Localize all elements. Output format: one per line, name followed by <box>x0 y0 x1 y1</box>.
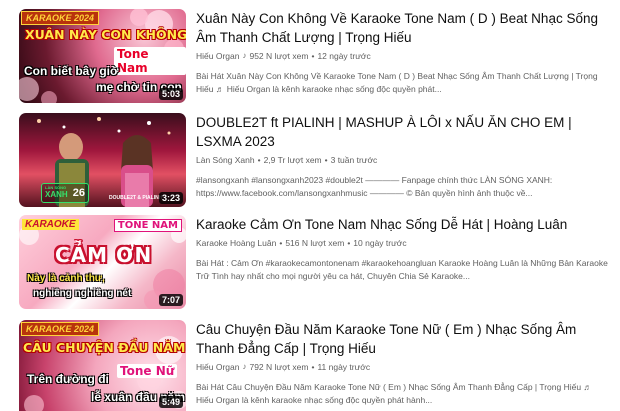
thumbnail-caption: DOUBLE2T & PIALINH <box>109 195 163 201</box>
meta-separator: • <box>311 51 315 61</box>
badge-main: XANH <box>45 190 68 199</box>
channel-name[interactable]: Karaoke Hoàng Luân <box>196 237 276 249</box>
video-thumbnail[interactable]: KARAOKE 2024 XUÂN NÀY CON KHÔNG VỀ Tone … <box>19 9 186 103</box>
karaoke-tag: KARAOKE <box>22 219 79 230</box>
thumbnail-headline: CÂU CHUYỆN ĐẦU NĂM <box>23 340 186 355</box>
view-count: 792 N lượt xem <box>249 362 309 372</box>
video-result[interactable]: KARAOKE TONE NAM CẢM ƠN Này là cảnh thư,… <box>0 215 620 315</box>
meta-separator: • <box>324 155 328 165</box>
meta-separator: • <box>311 362 315 372</box>
channel-name[interactable]: Hiếu Organ <box>196 361 239 373</box>
karaoke-tag: KARAOKE 2024 <box>21 11 100 25</box>
lyric-line-1: Này là cảnh thư, <box>27 273 105 284</box>
video-duration: 3:23 <box>158 192 183 204</box>
tone-label: Tone Nữ <box>117 364 178 378</box>
video-description: Bài Hát Câu Chuyện Đầu Năm Karaoke Tone … <box>196 382 592 405</box>
music-note-icon: ♪ <box>242 51 247 60</box>
upload-age: 12 ngày trước <box>317 51 371 61</box>
tone-label: TONE NAM <box>113 219 182 232</box>
lyric-line-1: Con biết bây giờ <box>24 64 119 78</box>
video-thumbnail[interactable]: KARAOKE 2024 CÂU CHUYỆN ĐẦU NĂM Tone Nữ … <box>19 320 186 411</box>
video-thumbnail[interactable]: KARAOKE TONE NAM CẢM ƠN Này là cảnh thư,… <box>19 215 186 309</box>
video-results-list: KARAOKE 2024 XUÂN NÀY CON KHÔNG VỀ Tone … <box>0 0 620 411</box>
video-description: Bài Hát Xuân Này Con Không Về Karaoke To… <box>196 71 598 94</box>
video-meta: Làn Sóng Xanh • 2,9 Tr lượt xem • 3 tuần… <box>196 154 608 166</box>
view-count: 516 N lượt xem <box>285 238 345 248</box>
channel-name[interactable]: Hiếu Organ <box>196 50 239 62</box>
video-title[interactable]: Xuân Này Con Không Về Karaoke Tone Nam (… <box>196 9 608 47</box>
meta-separator: • <box>279 238 283 248</box>
tone-label: Tone Nam <box>114 47 186 75</box>
music-note-icon: ♪ <box>242 362 247 371</box>
video-meta: Karaoke Hoàng Luân • 516 N lượt xem • 10… <box>196 237 608 249</box>
meta-separator: • <box>257 155 261 165</box>
meta-separator: • <box>347 238 351 248</box>
upload-age: 3 tuần trước <box>330 155 378 165</box>
karaoke-tag: KARAOKE 2024 <box>21 322 100 336</box>
video-title[interactable]: Karaoke Cảm Ơn Tone Nam Nhạc Sống Dễ Hát… <box>196 215 608 234</box>
thumbnail-headline: XUÂN NÀY CON KHÔNG VỀ <box>25 27 186 42</box>
lyric-line-1: Trên đường đi <box>27 372 109 386</box>
video-meta: Hiếu Organ ♪ 952 N lượt xem • 12 ngày tr… <box>196 50 608 62</box>
lyric-line-2: nghiêng nghiêng nét <box>33 288 132 299</box>
video-description: Bài Hát : Cảm Ơn #karaokecamontonenam #k… <box>196 258 608 281</box>
video-result[interactable]: KARAOKE 2024 CÂU CHUYỆN ĐẦU NĂM Tone Nữ … <box>0 320 620 411</box>
video-meta: Hiếu Organ ♪ 792 N lượt xem • 11 ngày tr… <box>196 361 608 373</box>
upload-age: 11 ngày trước <box>317 362 371 372</box>
video-info: Câu Chuyện Đầu Năm Karaoke Tone Nữ ( Em … <box>196 320 608 407</box>
video-duration: 5:03 <box>158 88 183 100</box>
video-description: #lansongxanh #lansongxanh2023 #double2t … <box>196 175 553 198</box>
badge-number: 26 <box>72 187 85 199</box>
video-info: Xuân Này Con Không Về Karaoke Tone Nam (… <box>196 9 608 96</box>
video-info: Karaoke Cảm Ơn Tone Nam Nhạc Sống Dễ Hát… <box>196 215 608 283</box>
video-title[interactable]: DOUBLE2T ft PIALINH | MASHUP À LÔI x NẤU… <box>196 113 608 151</box>
thumbnail-headline: CẢM ƠN <box>55 243 153 267</box>
video-result[interactable]: KARAOKE 2024 XUÂN NÀY CON KHÔNG VỀ Tone … <box>0 9 620 109</box>
video-title[interactable]: Câu Chuyện Đầu Năm Karaoke Tone Nữ ( Em … <box>196 320 608 358</box>
video-duration: 5:49 <box>158 396 183 408</box>
channel-name[interactable]: Làn Sóng Xanh <box>196 154 255 166</box>
view-count: 2,9 Tr lượt xem <box>263 155 322 165</box>
channel-badge: LÀN SÓNG XANH 26 <box>41 183 89 203</box>
video-result[interactable]: LÀN SÓNG XANH 26 DOUBLE2T & PIALINH 3:23… <box>0 113 620 213</box>
view-count: 952 N lượt xem <box>249 51 309 61</box>
video-thumbnail[interactable]: LÀN SÓNG XANH 26 DOUBLE2T & PIALINH 3:23 <box>19 113 186 207</box>
upload-age: 10 ngày trước <box>353 238 407 248</box>
video-info: DOUBLE2T ft PIALINH | MASHUP À LÔI x NẤU… <box>196 113 608 200</box>
video-duration: 7:07 <box>158 294 183 306</box>
